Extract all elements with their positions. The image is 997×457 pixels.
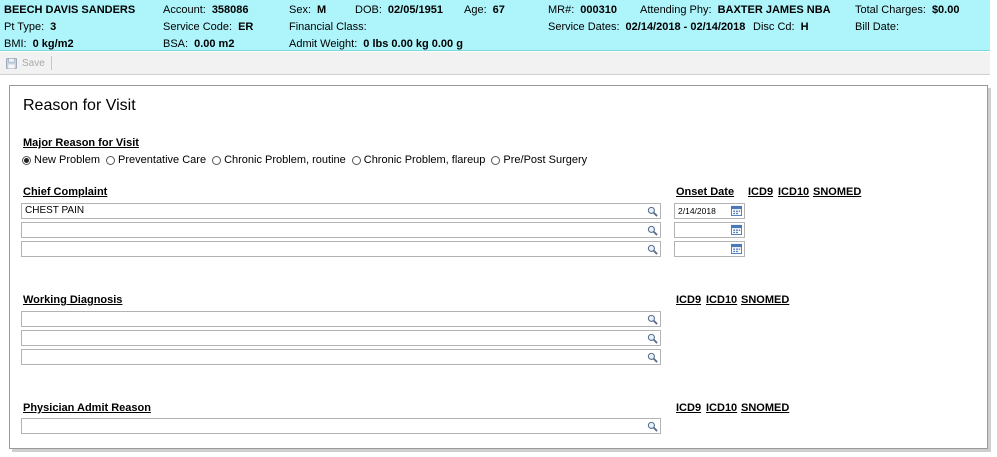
magnifier-icon[interactable] <box>647 333 658 344</box>
service-code: Service Code: ER <box>163 21 254 33</box>
magnifier-icon[interactable] <box>647 314 658 325</box>
total-charges: Total Charges: $0.00 <box>855 4 960 16</box>
onset-date-input-3[interactable] <box>674 241 745 257</box>
chief-complaint-input-2[interactable] <box>21 222 661 238</box>
account: Account: 358086 <box>163 4 249 16</box>
chief-complaint-input-1[interactable]: CHEST PAIN <box>21 203 661 219</box>
radio-preventative-care[interactable]: Preventative Care <box>106 154 206 166</box>
chief-complaint-snomed-link[interactable]: SNOMED <box>813 186 861 198</box>
magnifier-icon[interactable] <box>647 244 658 255</box>
radio-pre-post-surgery[interactable]: Pre/Post Surgery <box>491 154 587 166</box>
calendar-icon[interactable] <box>731 243 742 254</box>
working-diagnosis-input-2[interactable] <box>21 330 661 346</box>
major-reason-label: Major Reason for Visit <box>23 137 139 149</box>
radio-unselected-icon <box>491 155 501 165</box>
page-title: Reason for Visit <box>23 97 136 114</box>
chief-complaint-input-3[interactable] <box>21 241 661 257</box>
working-diagnosis-input-3[interactable] <box>21 349 661 365</box>
working-diagnosis-label: Working Diagnosis <box>23 294 123 306</box>
onset-date-input-1[interactable]: 2/14/2018 <box>674 203 745 219</box>
working-diagnosis-icd10-link[interactable]: ICD10 <box>706 294 737 306</box>
physician-admit-reason-input[interactable] <box>21 418 661 434</box>
patient-name: BEECH DAVIS SANDERS <box>4 4 136 16</box>
disc-cd: Disc Cd: H <box>753 21 809 33</box>
chief-complaint-icd10-link[interactable]: ICD10 <box>778 186 809 198</box>
admit-reason-icd10-link[interactable]: ICD10 <box>706 402 737 414</box>
save-button[interactable]: Save <box>6 56 52 70</box>
onset-date-label: Onset Date <box>676 186 735 198</box>
magnifier-icon[interactable] <box>647 352 658 363</box>
radio-new-problem[interactable]: New Problem <box>22 154 100 166</box>
service-dates: Service Dates: 02/14/2018 - 02/14/2018 <box>548 21 746 33</box>
onset-date-input-2[interactable] <box>674 222 745 238</box>
reason-for-visit-panel: Reason for Visit Major Reason for Visit … <box>9 85 988 449</box>
magnifier-icon[interactable] <box>647 225 658 236</box>
chief-complaint-icd9-link[interactable]: ICD9 <box>748 186 773 198</box>
toolbar: Save <box>0 52 990 75</box>
bsa: BSA: 0.00 m2 <box>163 38 235 50</box>
radio-unselected-icon <box>106 155 116 165</box>
physician-admit-reason-label: Physician Admit Reason <box>23 402 151 414</box>
calendar-icon[interactable] <box>731 205 742 216</box>
calendar-icon[interactable] <box>731 224 742 235</box>
radio-chronic-flareup[interactable]: Chronic Problem, flareup <box>351 154 485 166</box>
floppy-disk-icon <box>6 57 17 69</box>
dob: DOB: 02/05/1951 <box>355 4 443 16</box>
admit-reason-snomed-link[interactable]: SNOMED <box>741 402 789 414</box>
financial-class: Financial Class: <box>289 21 367 33</box>
sex: Sex: M <box>289 4 327 16</box>
admit-reason-icd9-link[interactable]: ICD9 <box>676 402 701 414</box>
working-diagnosis-snomed-link[interactable]: SNOMED <box>741 294 789 306</box>
major-reason-radio-group: New Problem Preventative Care Chronic Pr… <box>22 154 593 166</box>
admit-weight: Admit Weight: 0 lbs 0.00 kg 0.00 g <box>289 38 463 50</box>
bmi: BMI: 0 kg/m2 <box>4 38 74 50</box>
radio-chronic-routine[interactable]: Chronic Problem, routine <box>212 154 346 166</box>
radio-unselected-icon <box>351 155 361 165</box>
magnifier-icon[interactable] <box>647 421 658 432</box>
bill-date: Bill Date: <box>855 21 900 33</box>
age: Age: 67 <box>464 4 505 16</box>
radio-selected-icon <box>22 155 31 165</box>
mr-number: MR#: 000310 <box>548 4 617 16</box>
magnifier-icon[interactable] <box>647 206 658 217</box>
working-diagnosis-icd9-link[interactable]: ICD9 <box>676 294 701 306</box>
working-diagnosis-input-1[interactable] <box>21 311 661 327</box>
attending-physician: Attending Phy: BAXTER JAMES NBA <box>640 4 831 16</box>
patient-header: BEECH DAVIS SANDERS Pt Type: 3 BMI: 0 kg/m… <box>0 0 990 51</box>
chief-complaint-label: Chief Complaint <box>23 186 108 198</box>
pt-type: Pt Type: 3 <box>4 21 57 33</box>
save-label: Save <box>22 57 45 69</box>
radio-unselected-icon <box>212 155 222 165</box>
